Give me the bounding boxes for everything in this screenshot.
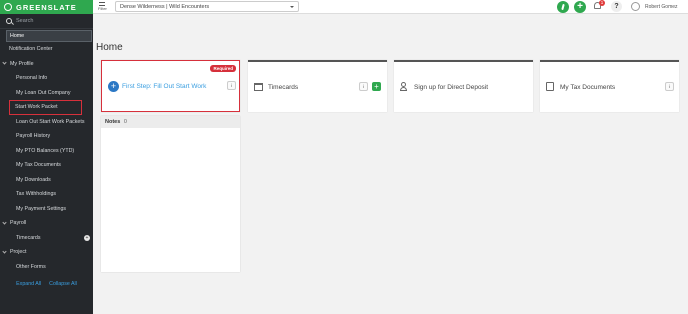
notification-count-badge: 1 [599, 0, 605, 6]
logo[interactable]: GREENSLATE [0, 0, 93, 14]
notes-count: 0 [123, 119, 127, 125]
chevron-down-icon [290, 6, 294, 8]
search-icon [6, 18, 12, 24]
sidebar-section-project[interactable]: Project [0, 245, 93, 260]
user-name[interactable]: Robert Gomez [645, 4, 678, 10]
info-button[interactable]: i [227, 81, 236, 90]
sidebar-item-start-work-packet[interactable]: Start Work Packet [9, 100, 82, 115]
add-timecard-button[interactable]: + [372, 82, 381, 91]
walking-person-button[interactable] [557, 1, 569, 13]
top-bar: Filter Dense Wilderness | Wild Encounter… [93, 0, 688, 14]
avatar[interactable] [631, 2, 640, 11]
sidebar-item-pto-balances[interactable]: My PTO Balances (YTD) [0, 144, 93, 159]
card-label: Timecards [268, 84, 299, 91]
sidebar-item-loan-out-company[interactable]: My Loan Out Company [0, 86, 93, 101]
plus-circle-icon: + [108, 81, 119, 92]
card-label[interactable]: First Step: Fill Out Start Work [122, 83, 206, 90]
project-select[interactable]: Dense Wilderness | Wild Encounters [115, 1, 299, 12]
sidebar-section-my-profile[interactable]: My Profile [0, 57, 93, 72]
notes-header: Notes 0 [101, 116, 240, 128]
filter-button[interactable]: Filter [98, 2, 107, 11]
notes-title: Notes [105, 119, 121, 125]
sidebar: GREENSLATE Search Home Notification Cent… [0, 0, 93, 314]
sidebar-item-tax-documents[interactable]: My Tax Documents [0, 158, 93, 173]
add-button[interactable]: + [574, 1, 586, 13]
sidebar-item-other-forms[interactable]: Other Forms [0, 260, 93, 275]
sidebar-item-loan-out-start-work-packets[interactable]: Loan Out Start Work Packets [0, 115, 93, 130]
page-title: Home [96, 42, 123, 53]
sidebar-item-payment-settings[interactable]: My Payment Settings [0, 202, 93, 217]
section-label: My Profile [10, 60, 34, 67]
start-work-card[interactable]: Required + First Step: Fill Out Start Wo… [101, 60, 240, 112]
sidebar-item-payroll-history[interactable]: Payroll History [0, 129, 93, 144]
info-button[interactable]: i [359, 82, 368, 91]
card-label: My Tax Documents [560, 84, 616, 91]
sidebar-nav: Home Notification Center My Profile Pers… [0, 30, 93, 274]
timecards-card[interactable]: Timecards i + [248, 60, 387, 112]
sidebar-section-payroll[interactable]: Payroll [0, 216, 93, 231]
expand-all-link[interactable]: Expand All [16, 281, 41, 287]
add-timecard-icon[interactable]: + [84, 234, 90, 241]
collapse-all-link[interactable]: Collapse All [49, 281, 77, 287]
card-label: Sign up for Direct Deposit [414, 84, 489, 91]
sidebar-item-timecards[interactable]: Timecards + [0, 231, 93, 246]
filter-label: Filter [98, 6, 107, 11]
sidebar-item-tax-withholdings[interactable]: Tax Withholdings [0, 187, 93, 202]
sidebar-footer: Expand All Collapse All [0, 281, 93, 287]
sidebar-item-personal-info[interactable]: Personal Info [0, 71, 93, 86]
chevron-down-icon [2, 220, 7, 225]
help-button[interactable]: ? [611, 1, 622, 12]
tax-documents-card[interactable]: My Tax Documents i [540, 60, 679, 112]
section-label: Project [10, 249, 27, 256]
documents-icon [546, 82, 554, 91]
search-input[interactable]: Search [0, 14, 93, 29]
search-placeholder: Search [16, 18, 34, 24]
sidebar-item-label: Timecards [16, 234, 41, 241]
info-button[interactable]: i [665, 82, 674, 91]
direct-deposit-card[interactable]: Sign up for Direct Deposit [394, 60, 533, 112]
logo-text: GREENSLATE [16, 2, 77, 12]
chevron-down-icon [2, 60, 7, 65]
sidebar-item-downloads[interactable]: My Downloads [0, 173, 93, 188]
sidebar-item-notification-center[interactable]: Notification Center [0, 42, 93, 57]
section-label: Payroll [10, 220, 27, 227]
calendar-icon [254, 83, 263, 91]
notes-panel: Notes 0 [101, 116, 240, 272]
person-icon [400, 82, 409, 92]
chevron-down-icon [2, 249, 7, 254]
sidebar-item-home[interactable]: Home [6, 30, 92, 42]
notifications-button[interactable]: 1 [594, 0, 605, 11]
required-badge: Required [210, 65, 236, 72]
logo-icon [4, 3, 12, 11]
project-select-value: Dense Wilderness | Wild Encounters [120, 4, 210, 10]
